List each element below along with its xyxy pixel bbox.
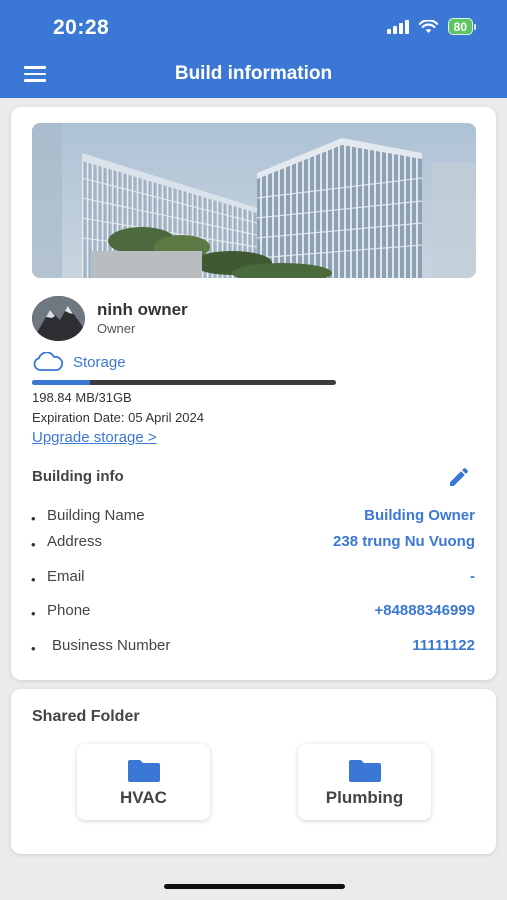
cloud-icon [33,352,64,371]
page-title: Build information [174,63,333,84]
owner-role: Owner [97,321,136,336]
info-label: Business Number [52,637,171,654]
info-row-business-number: • Business Number 11111122 [31,637,475,657]
building-info-title: Building info [32,468,124,485]
info-row-address: • Address 238 trung Nu Vuong [31,533,475,553]
info-value: - [470,568,475,585]
upgrade-storage-link[interactable]: Upgrade storage > [32,429,157,446]
wifi-icon [418,19,438,33]
storage-row: Storage [32,352,126,372]
folder-icon [348,760,381,782]
shared-folder-card: Shared Folder HVAC Plumbing [11,689,496,854]
building-card: ninh owner Owner Storage 198.84 MB/31GB … [11,107,496,680]
info-label: Email [47,568,85,585]
storage-label: Storage [73,353,126,371]
signal-icon [386,19,409,34]
bullet-icon: • [31,572,36,587]
bullet-icon: • [31,641,36,656]
info-label: Phone [47,602,91,619]
folder-hvac[interactable]: HVAC [77,744,210,820]
folder-plumbing[interactable]: Plumbing [298,744,431,820]
folder-label: Plumbing [325,788,404,807]
storage-used: 198.84 MB/31GB [32,390,132,405]
info-row-email: • Email - [31,568,475,588]
info-row-building-name: • Building Name Building Owner [31,507,475,527]
storage-progress-fill [32,380,90,385]
info-value: Building Owner [364,507,475,524]
info-label: Building Name [47,507,145,524]
home-indicator[interactable] [164,884,345,889]
shared-folder-title: Shared Folder [32,708,140,725]
info-value: 238 trung Nu Vuong [333,533,475,550]
folder-icon [127,760,160,782]
bullet-icon: • [31,511,36,526]
owner-name: ninh owner [97,300,188,319]
status-time: 20:28 [53,16,110,39]
building-photo [32,123,476,278]
info-value: 11111122 [412,637,475,654]
storage-progress-bar [32,380,336,385]
info-value: +84888346999 [374,602,475,619]
status-icons: 80 [386,18,477,35]
expiration-date: Expiration Date: 05 April 2024 [32,410,204,425]
folder-label: HVAC [120,788,167,807]
app-header: 20:28 80 Build information [0,0,507,98]
bullet-icon: • [31,537,36,552]
bullet-icon: • [31,606,36,621]
info-row-phone: • Phone +84888346999 [31,602,475,622]
info-label: Address [47,533,103,550]
pencil-icon[interactable] [447,465,471,489]
battery-icon: 80 [447,18,477,35]
avatar [32,296,85,341]
